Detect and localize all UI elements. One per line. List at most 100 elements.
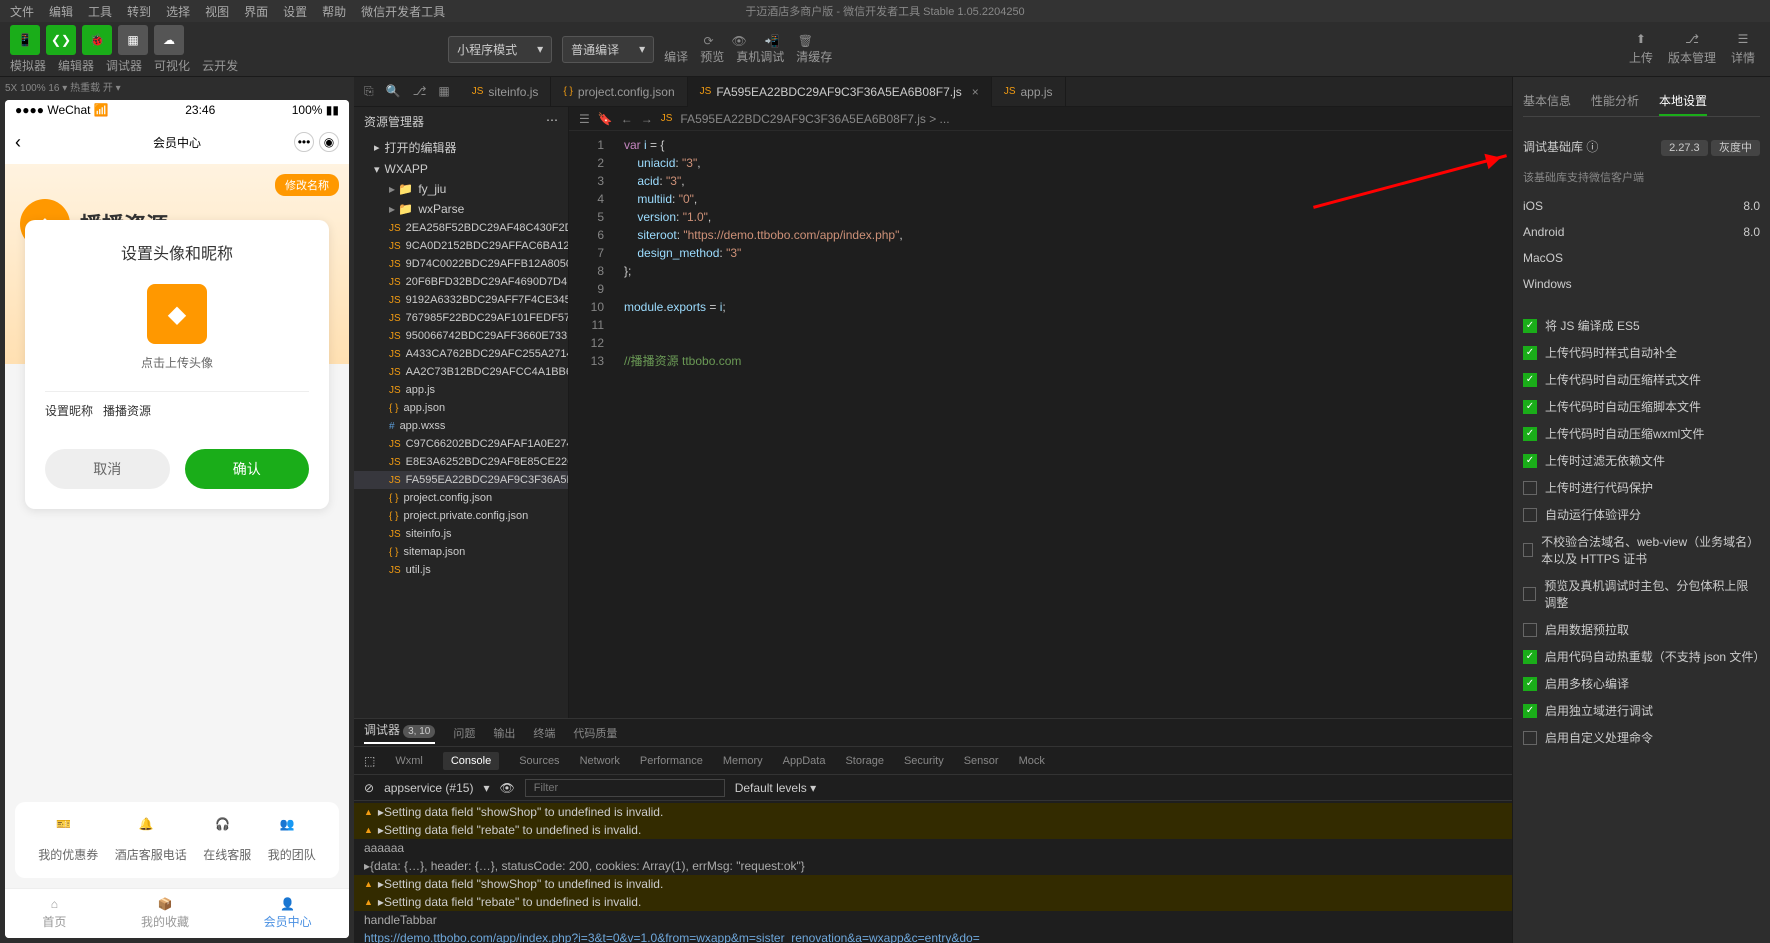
file-item[interactable]: JS app.js	[354, 381, 568, 399]
service-item[interactable]: 🎧在线客服	[203, 817, 251, 863]
tab-home[interactable]: ⌂首页	[42, 897, 66, 930]
filter-input[interactable]	[525, 779, 725, 797]
dt-security[interactable]: Security	[904, 755, 944, 767]
dt-wxml[interactable]: Wxml	[395, 755, 423, 767]
dbg-tab-quality[interactable]: 代码质量	[573, 725, 617, 741]
tab-member[interactable]: 👤会员中心	[264, 897, 312, 930]
tab-active-file[interactable]: JSFA595EA22BDC29AF9C3F36A5EA6B08F7.js×	[688, 77, 992, 107]
more-icon[interactable]: ⋯	[546, 113, 558, 130]
compile-select[interactable]: 普通编译▾	[562, 36, 654, 63]
file-item[interactable]: { } project.config.json	[354, 489, 568, 507]
menu-item[interactable]: 选择	[166, 3, 190, 20]
menu-item[interactable]: 帮助	[322, 3, 346, 20]
edit-name-badge[interactable]: 修改名称	[275, 174, 339, 196]
file-item[interactable]: { } project.private.config.json	[354, 507, 568, 525]
tab-project-config[interactable]: { }project.config.json	[551, 77, 687, 107]
dbg-tab-problems[interactable]: 问题	[453, 725, 475, 741]
simulator-button[interactable]: 📱	[10, 25, 40, 55]
setting-checkbox[interactable]: 上传时进行代码保护	[1523, 474, 1760, 501]
file-item[interactable]: JS 2EA258F52BDC29AF48C430F2D...	[354, 219, 568, 237]
folder-item[interactable]: ▸ 📁fy_jiu	[354, 179, 568, 199]
file-item[interactable]: { } sitemap.json	[354, 543, 568, 561]
file-item[interactable]: # app.wxss	[354, 417, 568, 435]
dbg-tab-output[interactable]: 输出	[493, 725, 515, 741]
upload-button[interactable]: ⬆上传	[1629, 32, 1653, 66]
extension-icon[interactable]: ▦	[438, 84, 449, 99]
tab-favorite[interactable]: 📦我的收藏	[141, 897, 189, 930]
dt-storage[interactable]: Storage	[845, 755, 884, 767]
tab-siteinfo[interactable]: JSsiteinfo.js	[460, 77, 552, 107]
file-item[interactable]: JS 9D74C0022BDC29AFFB12A8050...	[354, 255, 568, 273]
file-item[interactable]: JS util.js	[354, 561, 568, 579]
setting-checkbox[interactable]: 不校验合法域名、web-view（业务域名）本以及 HTTPS 证书	[1523, 528, 1760, 572]
details-button[interactable]: ☰详情	[1731, 32, 1755, 66]
device-debug-icon[interactable]: 📲	[765, 34, 780, 48]
setting-checkbox[interactable]: ✓启用多核心编译	[1523, 670, 1760, 697]
console-output[interactable]: ▸Setting data field "showShop" to undefi…	[354, 801, 1512, 943]
setting-checkbox[interactable]: 启用数据预拉取	[1523, 616, 1760, 643]
setting-checkbox[interactable]: ✓启用代码自动热重载（不支持 json 文件）	[1523, 643, 1760, 670]
editor-button[interactable]: ❮❯	[46, 25, 76, 55]
close-icon[interactable]: ×	[972, 85, 979, 99]
target-icon[interactable]: ◉	[319, 132, 339, 152]
setting-checkbox[interactable]: 启用自定义处理命令	[1523, 724, 1760, 751]
dt-memory[interactable]: Memory	[723, 755, 763, 767]
compile-icon[interactable]: ⟳	[703, 34, 713, 48]
sim-info[interactable]: 5X 100% 16 ▾ 热重载 开 ▾	[0, 77, 354, 95]
team-item[interactable]: 👥我的团队	[268, 817, 316, 863]
version-button[interactable]: ⎇版本管理	[1668, 32, 1716, 66]
menu-item[interactable]: 编辑	[49, 3, 73, 20]
menu-item[interactable]: 转到	[127, 3, 151, 20]
dt-mock[interactable]: Mock	[1019, 755, 1045, 767]
setting-checkbox[interactable]: 自动运行体验评分	[1523, 501, 1760, 528]
nick-input[interactable]: 播播资源	[103, 402, 151, 419]
root-folder[interactable]: ▾ WXAPP	[354, 159, 568, 179]
folder-item[interactable]: ▸ 📁wxParse	[354, 199, 568, 219]
open-editors[interactable]: ▸ 打开的编辑器	[354, 136, 568, 159]
eye-icon[interactable]: 👁	[499, 781, 514, 795]
search-icon[interactable]: 🔍	[386, 84, 401, 99]
dt-sensor[interactable]: Sensor	[964, 755, 999, 767]
setting-checkbox[interactable]: ✓将 JS 编译成 ES5	[1523, 312, 1760, 339]
coupon-item[interactable]: 🎫我的优惠券	[38, 817, 98, 863]
avatar-upload[interactable]: ◆	[147, 284, 207, 344]
menu-item[interactable]: 文件	[10, 3, 34, 20]
back-icon[interactable]: ‹	[15, 132, 21, 153]
file-item[interactable]: { } app.json	[354, 399, 568, 417]
setting-checkbox[interactable]: ✓上传代码时自动压缩样式文件	[1523, 366, 1760, 393]
visual-button[interactable]: ▦	[118, 25, 148, 55]
more-icon[interactable]: •••	[294, 132, 314, 152]
levels-select[interactable]: Default levels ▾	[735, 781, 816, 795]
setting-checkbox[interactable]: ✓上传代码时自动压缩wxml文件	[1523, 420, 1760, 447]
setting-checkbox[interactable]: 预览及真机调试时主包、分包体积上限调整	[1523, 572, 1760, 616]
rp-tab-basic[interactable]: 基本信息	[1523, 87, 1571, 116]
confirm-button[interactable]: 确认	[185, 449, 310, 489]
clear-icon[interactable]: ⊘	[364, 781, 374, 795]
file-item[interactable]: JS FA595EA22BDC29AF9C3F36A5E...	[354, 471, 568, 489]
setting-checkbox[interactable]: ✓上传代码时自动压缩脚本文件	[1523, 393, 1760, 420]
menu-item[interactable]: 界面	[244, 3, 268, 20]
tab-app-js[interactable]: JSapp.js	[992, 77, 1066, 107]
dt-sources[interactable]: Sources	[519, 755, 559, 767]
dt-network[interactable]: Network	[580, 755, 620, 767]
dt-appdata[interactable]: AppData	[783, 755, 826, 767]
phone-item[interactable]: 🔔酒店客服电话	[115, 817, 187, 863]
file-item[interactable]: JS AA2C73B12BDC29AFCC4A1BB6...	[354, 363, 568, 381]
dbg-tab-terminal[interactable]: 终端	[533, 725, 555, 741]
context-select[interactable]: appservice (#15)	[384, 781, 473, 795]
file-item[interactable]: JS 9CA0D2152BDC29AFFAC6BA12E...	[354, 237, 568, 255]
copy-icon[interactable]: ⎘	[364, 84, 374, 99]
menu-item[interactable]: 微信开发者工具	[361, 3, 445, 20]
menu-item[interactable]: 工具	[88, 3, 112, 20]
menu-item[interactable]: 设置	[283, 3, 307, 20]
dbg-tab-debugger[interactable]: 调试器 3, 10	[364, 721, 435, 744]
file-item[interactable]: JS A433CA762BDC29AFC255A2714...	[354, 345, 568, 363]
clear-cache-icon[interactable]: 🗑	[798, 34, 813, 48]
file-item[interactable]: JS C97C66202BDC29AFAF1A0E274...	[354, 435, 568, 453]
setting-checkbox[interactable]: ✓上传时过滤无依赖文件	[1523, 447, 1760, 474]
preview-icon[interactable]: 👁	[732, 34, 747, 48]
mode-select[interactable]: 小程序模式▾	[448, 36, 552, 63]
file-item[interactable]: JS siteinfo.js	[354, 525, 568, 543]
file-item[interactable]: JS 767985F22BDC29AF101FEDF571...	[354, 309, 568, 327]
setting-checkbox[interactable]: ✓启用独立域进行调试	[1523, 697, 1760, 724]
